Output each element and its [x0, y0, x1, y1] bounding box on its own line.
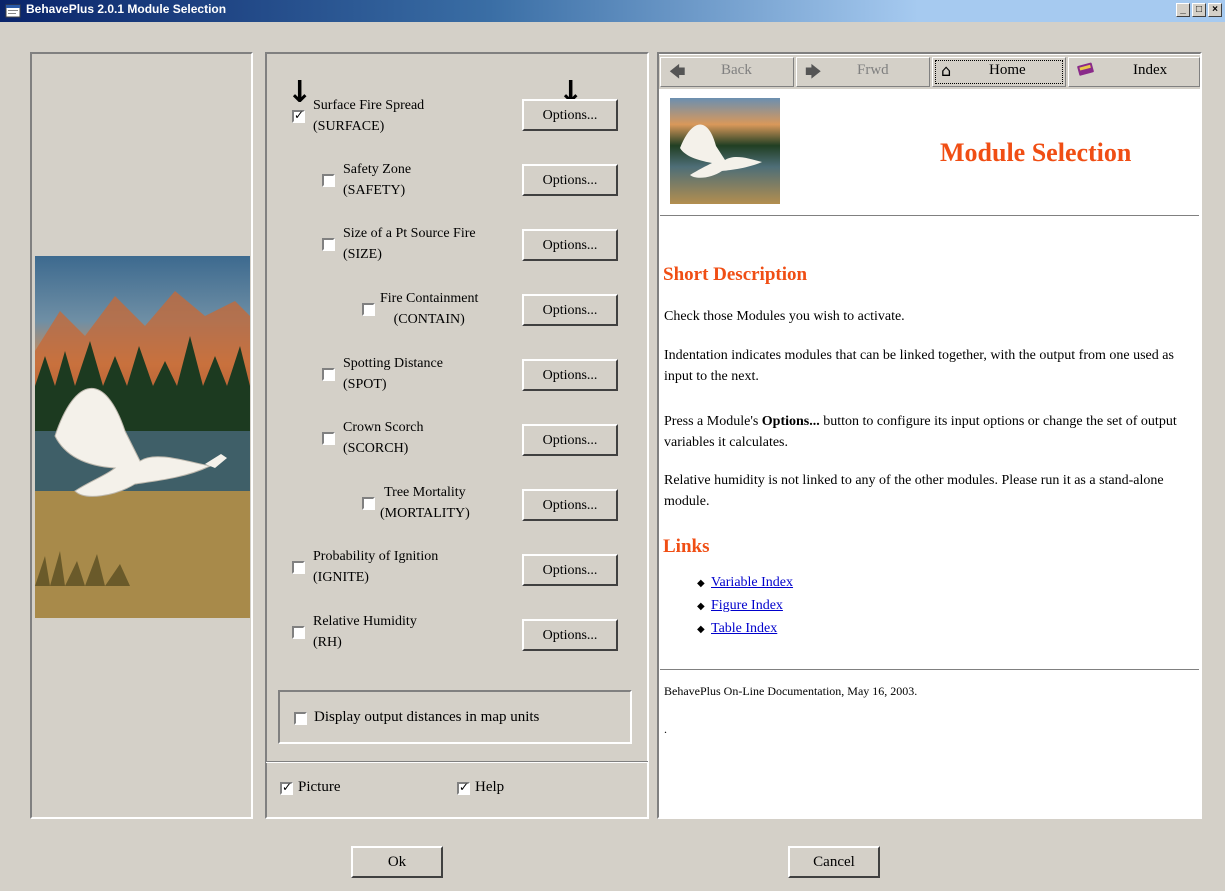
swan-thumbnail — [670, 98, 780, 204]
mortality-options-button[interactable]: Options... — [522, 489, 618, 521]
mortality-checkbox[interactable] — [362, 497, 375, 510]
surface-options-button[interactable]: Options... — [522, 99, 618, 131]
home-icon: ⌂ — [941, 61, 952, 80]
ignite-checkbox[interactable] — [292, 561, 305, 574]
bullet-icon: ◆ — [697, 601, 705, 612]
table-index-link[interactable]: Table Index — [711, 621, 777, 637]
maximize-button[interactable]: □ — [1192, 3, 1206, 17]
links-title: Links — [663, 536, 710, 557]
help-paragraph-3: Press a Module's Options... button to co… — [664, 414, 1177, 450]
scorch-checkbox[interactable] — [322, 432, 335, 445]
back-button[interactable]: 🡄 Back — [660, 57, 794, 87]
footer-dot: . — [664, 722, 667, 736]
ignite-label: Probability of Ignition (IGNITE) — [313, 549, 439, 585]
size-options-button[interactable]: Options... — [522, 229, 618, 261]
short-description-title: Short Description — [663, 264, 808, 285]
minimize-button[interactable]: _ — [1176, 3, 1190, 17]
scorch-options-button[interactable]: Options... — [522, 424, 618, 456]
cancel-button[interactable]: Cancel — [788, 846, 880, 878]
heading-divider — [660, 215, 1199, 216]
frame-splitter[interactable] — [649, 52, 657, 819]
index-button[interactable]: Index — [1068, 57, 1200, 87]
contain-options-button[interactable]: Options... — [522, 294, 618, 326]
contain-checkbox[interactable] — [362, 303, 375, 316]
picture-panel — [30, 52, 253, 819]
spot-label: Spotting Distance (SPOT) — [343, 356, 443, 392]
home-button[interactable]: ⌂ Home — [932, 57, 1066, 87]
annotation-arrow-checkbox: ↓ — [287, 75, 313, 110]
variable-index-link[interactable]: Variable Index — [711, 575, 793, 591]
swan-landscape-picture — [35, 256, 250, 618]
size-label: Size of a Pt Source Fire (SIZE) — [343, 226, 476, 262]
bullet-icon: ◆ — [697, 578, 705, 589]
map-units-checkbox[interactable] — [294, 712, 307, 725]
surface-label: Surface Fire Spread (SURFACE) — [313, 98, 425, 134]
picture-label: Picture — [298, 779, 341, 795]
rh-options-button[interactable]: Options... — [522, 619, 618, 651]
divider — [266, 761, 648, 763]
map-units-label: Display output distances in map units — [314, 709, 540, 725]
surface-checkbox[interactable] — [292, 108, 305, 123]
safety-options-button[interactable]: Options... — [522, 164, 618, 196]
forward-button[interactable]: 🡆 Frwd — [796, 57, 930, 87]
help-paragraph-2: Indentation indicates modules that can b… — [664, 348, 1174, 384]
spot-checkbox[interactable] — [322, 368, 335, 381]
bullet-icon: ◆ — [697, 624, 705, 635]
help-paragraph-1: Check those Modules you wish to activate… — [664, 309, 905, 324]
safety-checkbox[interactable] — [322, 174, 335, 187]
app-icon — [5, 3, 21, 19]
help-heading: Module Selection — [940, 138, 1132, 167]
forward-arrow-icon: 🡆 — [805, 62, 822, 81]
ok-button[interactable]: Ok — [351, 846, 443, 878]
back-arrow-icon: 🡄 — [669, 62, 686, 81]
window-title: BehavePlus 2.0.1 Module Selection — [26, 2, 227, 16]
safety-label: Safety Zone (SAFETY) — [343, 162, 412, 198]
help-label: Help — [475, 779, 505, 795]
help-checkbox[interactable] — [457, 780, 470, 795]
scorch-label: Crown Scorch (SCORCH) — [343, 420, 424, 456]
help-paragraph-4: Relative humidity is not linked to any o… — [664, 473, 1164, 509]
rh-checkbox[interactable] — [292, 626, 305, 639]
rh-label: Relative Humidity (RH) — [313, 614, 417, 650]
footer-divider — [660, 669, 1199, 670]
size-checkbox[interactable] — [322, 238, 335, 251]
contain-label: Fire Containment (CONTAIN) — [380, 291, 479, 327]
figure-index-link[interactable]: Figure Index — [711, 598, 783, 614]
spot-options-button[interactable]: Options... — [522, 359, 618, 391]
ignite-options-button[interactable]: Options... — [522, 554, 618, 586]
book-icon — [1077, 61, 1095, 80]
mortality-label: Tree Mortality (MORTALITY) — [380, 485, 470, 521]
picture-checkbox[interactable] — [280, 780, 293, 795]
help-footer: BehavePlus On-Line Documentation, May 16… — [664, 684, 918, 698]
close-button[interactable]: × — [1208, 3, 1222, 17]
